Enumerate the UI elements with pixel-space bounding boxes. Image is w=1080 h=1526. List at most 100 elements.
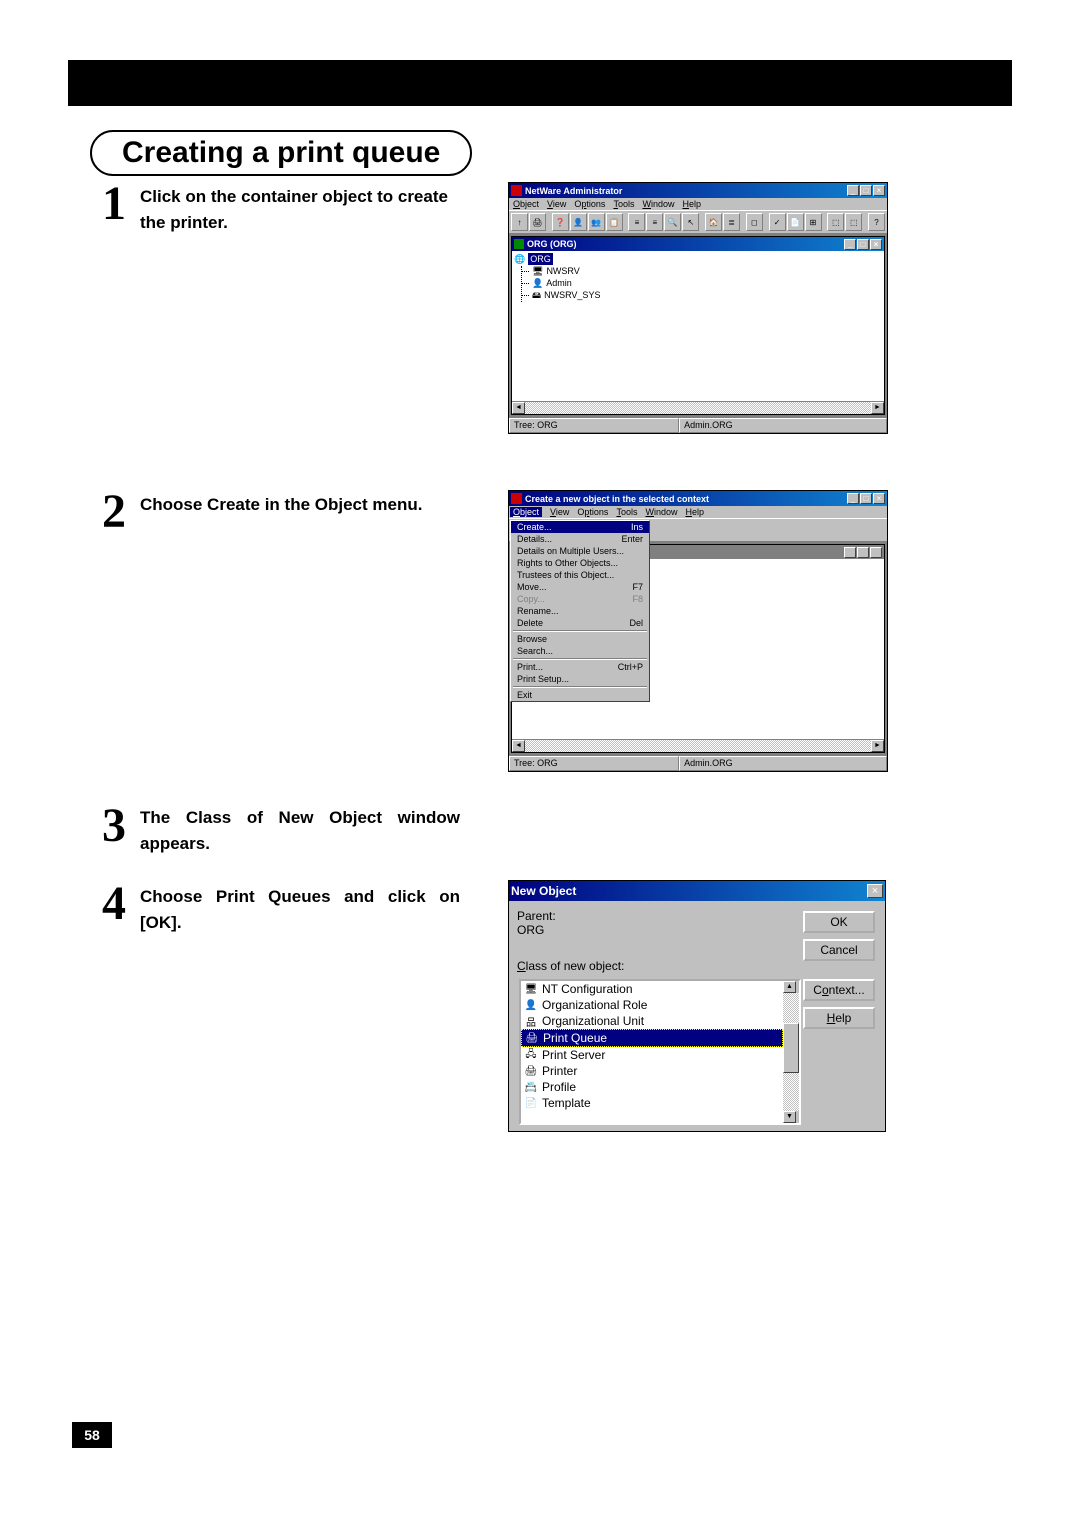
menu-item[interactable]: Trustees of this Object... [511,569,649,581]
object-dropdown-menu[interactable]: Create...InsDetails...EnterDetails on Mu… [510,520,650,702]
scroll-right-button[interactable]: ► [871,402,884,414]
cancel-button[interactable]: Cancel [803,939,875,961]
menu-help[interactable]: Help [682,199,701,209]
help-button[interactable]: Help [803,1007,875,1029]
mdi-close-button[interactable]: × [870,547,882,558]
step-4-text: Choose Print Queues and click on [OK]. [140,884,460,935]
mdi-minimize-button[interactable]: _ [844,239,856,250]
dialog-titlebar[interactable]: New Object × [509,881,885,901]
list-item[interactable]: 🖥NT Configuration [521,981,783,997]
mdi-maximize-button[interactable]: □ [857,239,869,250]
mdi-close-button[interactable]: × [870,239,882,250]
menu-item[interactable]: Rights to Other Objects... [511,557,649,569]
toolbar-button[interactable]: ✓ [769,213,786,231]
step-1-text: Click on the container object to create … [140,184,460,235]
scroll-left-button[interactable]: ◄ [512,740,525,752]
menu-item[interactable]: Rename... [511,605,649,617]
menu-item[interactable]: Print...Ctrl+P [511,661,649,673]
menu-options[interactable]: Options [577,507,608,517]
menu-tools[interactable]: Tools [613,199,634,209]
minimize-button[interactable]: _ [847,185,859,196]
toolbar-button[interactable]: 🖨 [529,213,546,231]
list-item[interactable]: 👤Organizational Role [521,997,783,1013]
toolbar-button[interactable]: ⬚ [827,213,844,231]
window-titlebar[interactable]: NetWare Administrator _ □ × [509,183,887,198]
toolbar-button[interactable]: ⊞ [805,213,822,231]
scroll-left-button[interactable]: ◄ [512,402,525,414]
toolbar-button[interactable]: ? [868,213,885,231]
toolbar-button[interactable]: ◻ [746,213,763,231]
menu-item[interactable]: Search... [511,645,649,657]
menu-item[interactable]: DeleteDel [511,617,649,629]
list-item[interactable]: 🖧Print Server [521,1047,783,1063]
window-titlebar[interactable]: Create a new object in the selected cont… [509,491,887,506]
horizontal-scrollbar[interactable]: ◄ ► [512,739,884,752]
close-button[interactable]: × [873,493,885,504]
ok-button[interactable]: OK [803,911,875,933]
menu-tools[interactable]: Tools [616,507,637,517]
scroll-down-button[interactable]: ▼ [783,1111,796,1123]
menu-window[interactable]: Window [645,507,677,517]
toolbar-button[interactable]: ↖ [682,213,699,231]
menubar[interactable]: Object View Options Tools Window Help [509,506,887,518]
toolbar-button[interactable]: ❓ [552,213,569,231]
close-button[interactable]: × [867,884,883,898]
toolbar-button[interactable]: 🔍 [664,213,681,231]
menu-object[interactable]: Object [510,507,542,517]
menu-object[interactable]: Object [513,199,539,209]
menu-item[interactable]: Details on Multiple Users... [511,545,649,557]
screenshot-netware-admin: NetWare Administrator _ □ × Object View … [508,182,888,434]
toolbar-button[interactable]: ≣ [723,213,740,231]
scroll-right-button[interactable]: ► [871,740,884,752]
maximize-button[interactable]: □ [860,493,872,504]
minimize-button[interactable]: _ [847,493,859,504]
menu-item[interactable]: Details...Enter [511,533,649,545]
menu-item[interactable]: Copy...F8 [511,593,649,605]
mdi-maximize-button[interactable]: □ [857,547,869,558]
scroll-track[interactable] [783,993,799,1111]
maximize-button[interactable]: □ [860,185,872,196]
menu-item[interactable]: Browse [511,633,649,645]
vertical-scrollbar[interactable]: ▲ ▼ [783,981,799,1123]
tree-root[interactable]: ORG [528,253,553,265]
toolbar-button[interactable]: 📄 [787,213,804,231]
mdi-minimize-button[interactable]: _ [844,547,856,558]
toolbar-button[interactable]: ↑ [511,213,528,231]
menu-item[interactable]: Create...Ins [511,521,649,533]
list-item[interactable]: 品Organizational Unit [521,1013,783,1029]
tree-node[interactable]: Admin [546,277,572,289]
close-button[interactable]: × [873,185,885,196]
scroll-up-button[interactable]: ▲ [783,981,796,993]
menu-item[interactable]: Print Setup... [511,673,649,685]
menu-item[interactable]: Exit [511,689,649,701]
list-item[interactable]: 🖨Printer [521,1063,783,1079]
menubar[interactable]: Object View Options Tools Window Help [509,198,887,210]
menu-view[interactable]: View [550,507,569,517]
tree-view[interactable]: 🌐ORG 🖥NWSRV 👤Admin 🖴NWSRV_SYS [512,251,884,401]
toolbar-button[interactable]: 👤 [570,213,587,231]
list-item[interactable]: 📄Template [521,1095,783,1111]
list-item[interactable]: 📇Profile [521,1079,783,1095]
toolbar-button[interactable]: 📋 [606,213,623,231]
step-2-text: Choose Create in the Object menu. [140,492,460,518]
scroll-track[interactable] [525,740,871,752]
tree-node[interactable]: NWSRV_SYS [544,289,600,301]
toolbar-button[interactable]: ⬚ [845,213,862,231]
toolbar-button[interactable]: ≡ [646,213,663,231]
mdi-titlebar[interactable]: ORG (ORG) _ □ × [512,237,884,251]
menu-window[interactable]: Window [642,199,674,209]
toolbar-button[interactable]: ≡ [628,213,645,231]
class-listbox[interactable]: 🖥NT Configuration👤Organizational Role品Or… [519,979,801,1125]
scroll-track[interactable] [525,402,871,414]
scroll-thumb[interactable] [783,1023,799,1073]
menu-options[interactable]: Options [574,199,605,209]
menu-view[interactable]: View [547,199,566,209]
menu-item[interactable]: Move...F7 [511,581,649,593]
tree-node[interactable]: NWSRV [546,265,579,277]
menu-help[interactable]: Help [685,507,704,517]
toolbar-button[interactable]: 🏠 [705,213,722,231]
context-button[interactable]: Context... [803,979,875,1001]
list-item[interactable]: 🖨Print Queue [521,1029,783,1047]
horizontal-scrollbar[interactable]: ◄ ► [512,401,884,414]
toolbar-button[interactable]: 👥 [588,213,605,231]
